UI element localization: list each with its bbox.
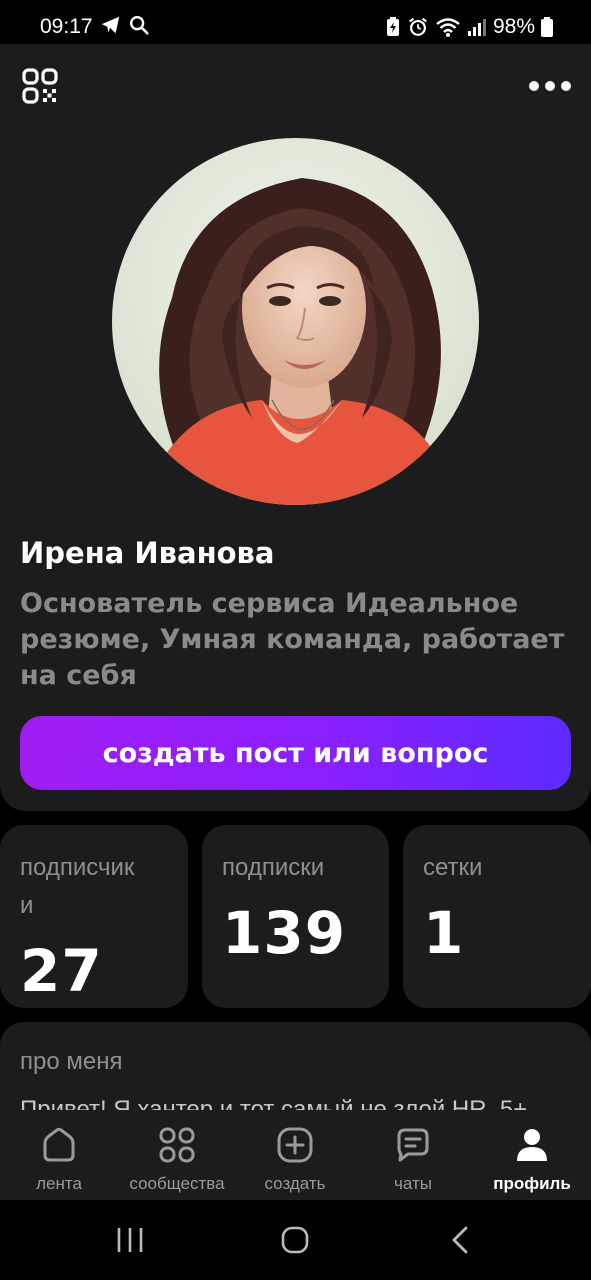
wifi-icon <box>436 18 460 37</box>
qr-code-icon <box>22 68 58 104</box>
nav-label: создать <box>264 1174 326 1193</box>
profile-name: Ирена Иванова <box>20 536 275 570</box>
home-button[interactable] <box>275 1222 315 1258</box>
back-chevron-icon <box>452 1226 468 1254</box>
profile-avatar[interactable] <box>112 138 479 505</box>
nav-item-communities[interactable]: сообщества <box>118 1110 236 1200</box>
status-system-icons: 98% <box>385 15 553 39</box>
back-button[interactable] <box>440 1222 480 1258</box>
stat-card-following[interactable]: подписки 139 <box>202 825 389 1008</box>
nav-label: чаты <box>394 1174 432 1193</box>
stat-value: 139 <box>222 899 347 967</box>
telegram-icon <box>101 16 120 34</box>
nav-label: профиль <box>493 1174 571 1193</box>
nav-item-profile[interactable]: профиль <box>473 1110 591 1200</box>
communities-icon <box>159 1127 195 1163</box>
profile-bio: Основатель сервиса Идеальное резюме, Умн… <box>20 588 565 691</box>
stat-card-followers[interactable]: подписчик и 27 <box>0 825 188 1008</box>
home-icon <box>43 1127 75 1162</box>
stat-label: сетки <box>423 854 483 881</box>
bottom-navigation: лента сообщества создать чаты профиль <box>0 1110 591 1200</box>
nav-item-create[interactable]: создать <box>236 1110 354 1200</box>
stat-value: 27 <box>20 937 103 1005</box>
nav-label: сообщества <box>129 1174 225 1193</box>
about-title: про меня <box>20 1048 123 1075</box>
create-post-button[interactable]: создать пост или вопрос <box>20 716 571 790</box>
recent-apps-icon <box>117 1228 143 1252</box>
status-notification-icons <box>100 14 150 36</box>
stat-label: подписчик и <box>20 854 135 919</box>
create-icon <box>277 1127 313 1163</box>
chats-icon <box>397 1128 429 1162</box>
system-navigation-bar <box>0 1200 591 1280</box>
qr-code-button[interactable] <box>22 68 58 104</box>
stat-label: подписки <box>222 854 325 881</box>
status-time: 09:17 <box>40 15 93 38</box>
avatar-portrait <box>112 138 479 505</box>
create-post-label: создать пост или вопрос <box>102 737 489 769</box>
more-dot-icon <box>529 81 539 91</box>
more-dot-icon <box>561 81 571 91</box>
alarm-icon <box>409 17 427 36</box>
recent-apps-button[interactable] <box>110 1222 150 1258</box>
stat-card-networks[interactable]: сетки 1 <box>403 825 591 1008</box>
more-options-button[interactable] <box>527 70 573 102</box>
nav-item-chats[interactable]: чаты <box>354 1110 472 1200</box>
stat-value: 1 <box>423 899 465 967</box>
search-icon <box>130 16 149 35</box>
battery-level: 98% <box>492 15 535 38</box>
home-circle-icon <box>281 1226 309 1254</box>
profile-icon <box>517 1129 547 1161</box>
status-bar: 09:17 98% <box>0 0 591 44</box>
more-dot-icon <box>545 81 555 91</box>
signal-icon <box>467 19 486 36</box>
battery-saver-icon <box>386 17 399 36</box>
nav-item-feed[interactable]: лента <box>0 1110 118 1200</box>
battery-icon <box>541 17 553 37</box>
nav-label: лента <box>36 1174 82 1193</box>
